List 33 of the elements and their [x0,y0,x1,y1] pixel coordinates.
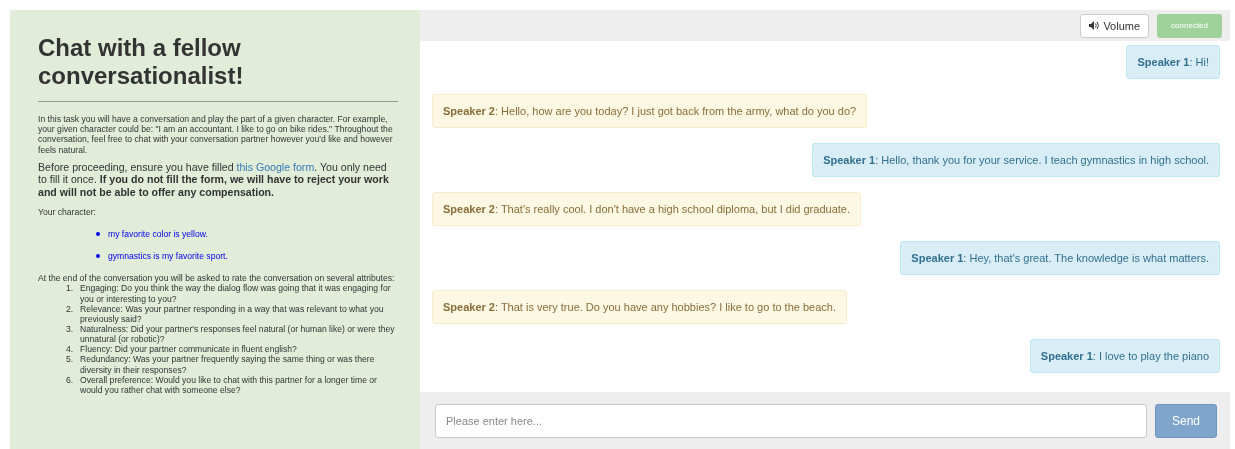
list-number: 5. [66,354,75,367]
attribute-text: Naturalness: Did your partner's responses feel natural (or human like) or were they unnatural (or robotic)? [80,324,396,345]
list-number: 1. [66,283,75,296]
attribute-text: Fluency: Did your partner communicate in fluent english? [80,344,297,355]
intro-text: In this task you will have a conversation and play the part of a given character. For example, your given character could be: "I am an accountant. I like to go on bike rides." Throughout the conversation, feel free to chat with your conversation partner however you'd like and however feels natural. [38,114,394,155]
character-trait: gymnastics is my favorite sport. [108,251,228,262]
bullet-icon [96,254,100,259]
send-button[interactable]: Send [1155,403,1217,438]
character-trait: my favorite color is yellow. [108,229,208,240]
chat-message: Speaker 1: Hey, that's great. The knowledge is what matters. [900,241,1220,275]
attribute-text: Engaging: Do you think the way the dialog flow was going that it was engaging for you or interesting to you? [80,283,392,304]
list-number: 4. [66,344,75,355]
character-label: Your character: [38,206,97,217]
chat-message: Speaker 1: Hi! [1126,45,1220,79]
speaker-icon [1089,21,1100,30]
chat-message: Speaker 2: That is very true. Do you have any hobbies? I like to go to the beach. [432,290,847,324]
rating-intro: At the end of the conversation you will be asked to rate the conversation on several attributes: [38,273,396,284]
task-title: Chat with a fellow conversationalist! [38,34,245,90]
chat-message: Speaker 2: That's really cool. I don't have a high school diploma, but I did graduate. [432,192,861,226]
connection-status: connected [1157,13,1222,38]
attribute-text: Overall preference: Would you like to chat with this partner for a longer time or would you rather chat with someone else? [80,374,378,395]
list-number: 2. [66,303,75,316]
attribute-text: Relevance: Was your partner responding in a way that was relevant to what you previously said? [80,303,385,324]
chat-message: Speaker 2: Hello, how are you today? I just got back from the army, what do you do? [432,94,868,128]
list-number: 6. [66,374,75,387]
notice-text: Before proceeding, ensure you have filled this Google form. You only need to fill it once. If you do not fill the form, we will have to reject your work and will not be able to offer any compensation. [38,160,390,199]
attribute-text: Redundancy: Was your partner frequently saying the same thing or was there diversity in their responses? [80,354,376,375]
bullet-icon [96,232,100,237]
volume-button[interactable]: Volume [1080,13,1150,38]
chat-message: Speaker 1: I love to play the piano [1029,339,1220,373]
list-number: 3. [66,324,75,336]
chat-message: Speaker 1: Hello, thank you for your service. I teach gymnastics in high school. [812,143,1220,177]
message-input[interactable]: Please enter here... [435,403,1147,438]
